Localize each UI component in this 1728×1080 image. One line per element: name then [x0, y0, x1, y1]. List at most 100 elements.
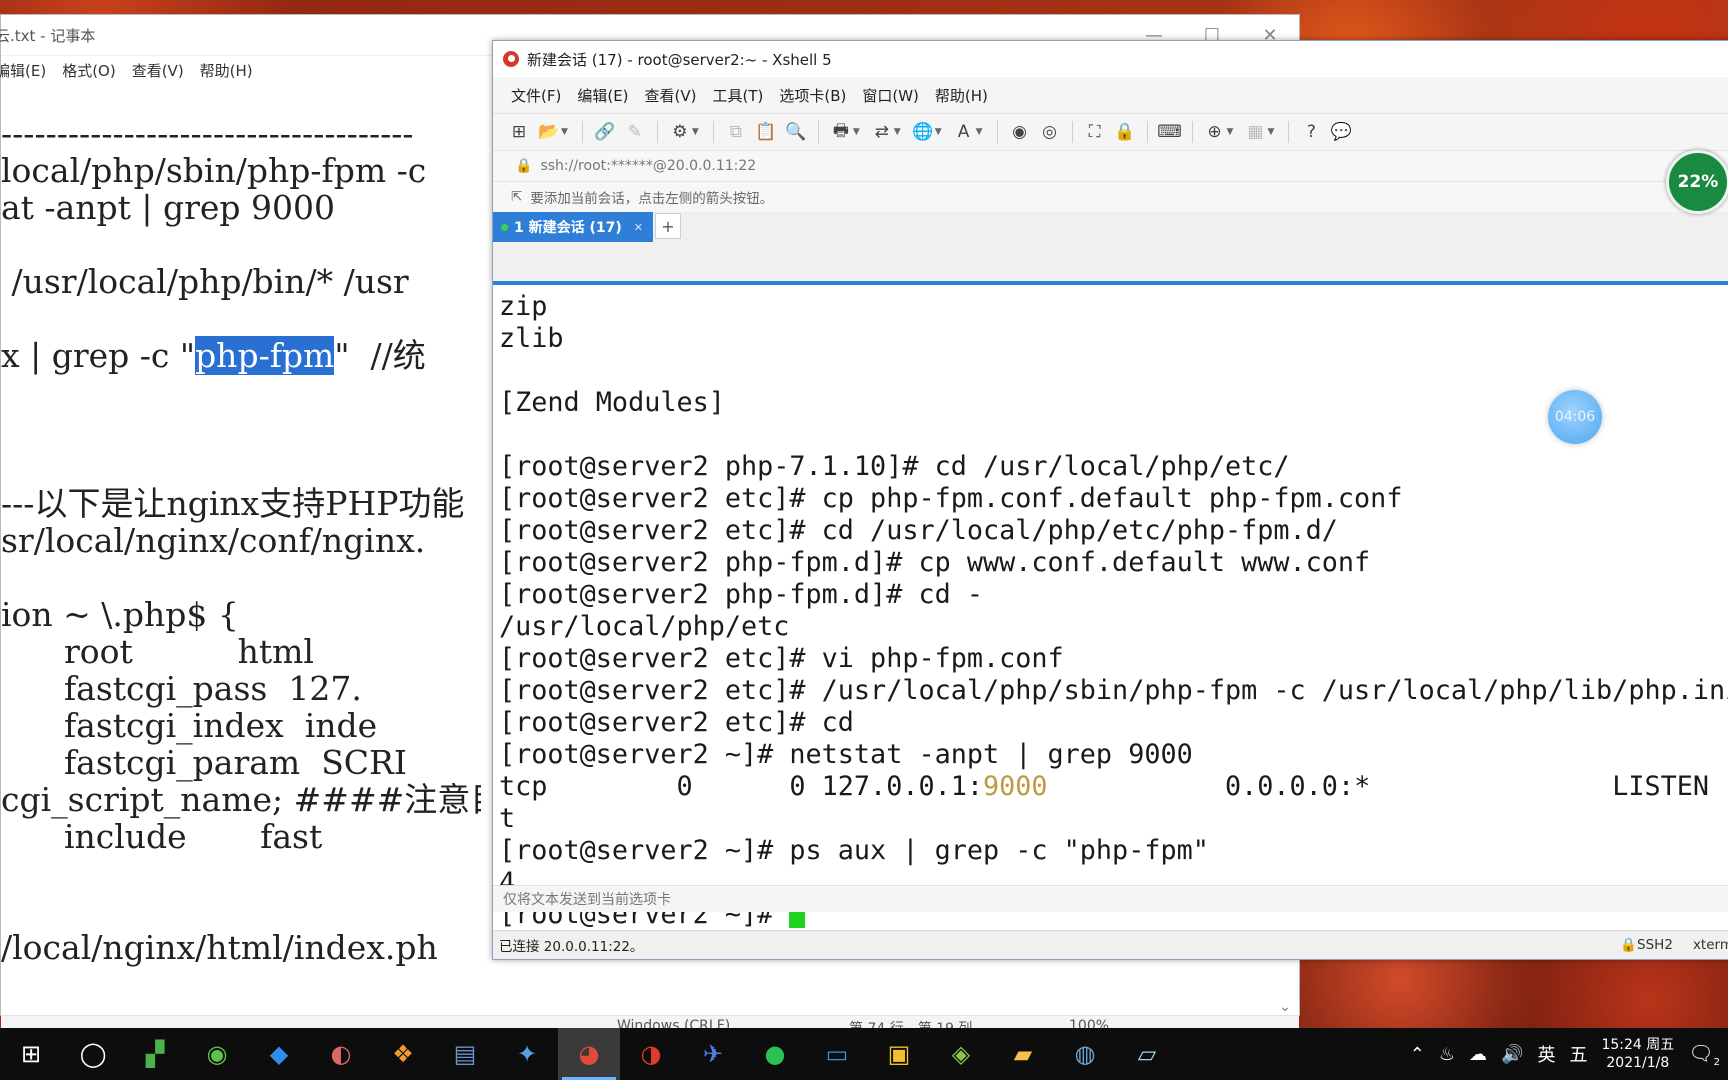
lock-icon[interactable]: 🔒: [1113, 120, 1137, 144]
tab-close-icon[interactable]: ✕: [634, 221, 643, 234]
search-icon[interactable]: ◯: [62, 1028, 124, 1080]
chevron-down-icon[interactable]: ▼: [976, 127, 983, 137]
session-tabbar: 1 新建会话 (17) ✕ +: [493, 212, 1728, 242]
paste-icon[interactable]: 📋: [754, 120, 778, 144]
properties-icon[interactable]: ⚙: [668, 120, 692, 144]
app-orange-icon[interactable]: ❖: [372, 1028, 434, 1080]
globe-icon[interactable]: 🌐: [911, 120, 935, 144]
xshell-titlebar[interactable]: 新建会话 (17) - root@server2:~ - Xshell 5: [493, 41, 1728, 77]
protocol-status: 🔒SSH2: [1620, 937, 1673, 953]
browser-icon[interactable]: ◉: [186, 1028, 248, 1080]
port-match: 9000: [983, 771, 1048, 802]
tcp-suffix: 0.0.0.0:* LISTEN: [1047, 771, 1710, 802]
tab-label: 1 新建会话 (17): [514, 220, 622, 236]
xshell-toolbar: ⊞ 📂 ▼ 🔗 ✎ ⚙ ▼ ⧉ 📋 🔍 🖶 ▼ ⇄ ▼ 🌐 ▼ A ▼ ◉ ◎ ⛶ 🔒 ⌨ …: [493, 113, 1728, 151]
menu-edit[interactable]: 编辑(E): [577, 85, 628, 106]
layout-icon[interactable]: ▦: [1243, 120, 1267, 144]
scroll-down-icon[interactable]: ⌄: [1279, 999, 1291, 1015]
text-line: /local/nginx/html/index.ph: [1, 928, 438, 967]
chevron-down-icon[interactable]: ▼: [894, 127, 901, 137]
toolbar-divider: [1191, 121, 1193, 143]
app-plane-icon[interactable]: ✈: [682, 1028, 744, 1080]
wechat-icon[interactable]: ●: [744, 1028, 806, 1080]
app-fish-icon[interactable]: ✦: [496, 1028, 558, 1080]
app-files-icon[interactable]: ▤: [434, 1028, 496, 1080]
add-session-arrow-icon[interactable]: ⇱: [511, 189, 522, 205]
ime-language[interactable]: 英: [1537, 1041, 1555, 1067]
menu-help[interactable]: 帮助(H): [200, 60, 253, 81]
notepad-text-area[interactable]: ------------------------------------- lo…: [1, 115, 481, 1035]
app-box-icon[interactable]: ▣: [868, 1028, 930, 1080]
menu-help[interactable]: 帮助(H): [935, 85, 988, 106]
app-tiles-icon[interactable]: ▞: [124, 1028, 186, 1080]
xshell-statusbar: 已连接 20.0.0.11:22。 🔒SSH2 xterm: [493, 930, 1728, 959]
print-icon[interactable]: 🖶: [829, 120, 853, 144]
xshell-title: 新建会话 (17) - root@server2:~ - Xshell 5: [527, 50, 832, 69]
app-tray-icon[interactable]: ♨: [1439, 1044, 1455, 1065]
transfer-icon[interactable]: ⇄: [870, 120, 894, 144]
menu-format[interactable]: 格式(O): [62, 60, 116, 81]
toolbar-divider: [656, 121, 658, 143]
recording-timer-badge[interactable]: 04:06: [1548, 390, 1602, 444]
add-tab-icon[interactable]: ⊕: [1203, 120, 1227, 144]
menu-file[interactable]: 文件(F): [511, 85, 561, 106]
new-session-icon[interactable]: ⊞: [507, 120, 531, 144]
app-blue-icon[interactable]: ◆: [248, 1028, 310, 1080]
comment-icon[interactable]: 💬: [1329, 120, 1353, 144]
fullscreen-icon[interactable]: ⛶: [1083, 120, 1107, 144]
menu-tools[interactable]: 工具(T): [713, 85, 764, 106]
notepad-taskbar-icon[interactable]: ▱: [1116, 1028, 1178, 1080]
keyboard-icon[interactable]: ⌨: [1157, 120, 1182, 144]
send-bar[interactable]: 仅将文本发送到当前选项卡: [493, 885, 1728, 912]
session-address: ssh://root:******@20.0.0.11:22: [540, 158, 757, 174]
chevron-down-icon[interactable]: ▼: [1227, 127, 1234, 137]
start-icon[interactable]: ⊞: [0, 1028, 62, 1080]
menu-tabs[interactable]: 选项卡(B): [779, 85, 846, 106]
chevron-up-icon[interactable]: ⌃: [1410, 1044, 1425, 1065]
app-photo-icon[interactable]: ◐: [310, 1028, 372, 1080]
app-green2-icon[interactable]: ◈: [930, 1028, 992, 1080]
menu-view[interactable]: 查看(V): [132, 60, 184, 81]
copy-icon[interactable]: ⧉: [724, 120, 748, 144]
text-line: sr/local/nginx/conf/nginx.: [1, 521, 426, 560]
menu-view[interactable]: 查看(V): [645, 85, 697, 106]
chevron-down-icon[interactable]: ▼: [561, 127, 568, 137]
performance-badge[interactable]: 22%: [1666, 150, 1728, 214]
monitor-icon[interactable]: ▭: [806, 1028, 868, 1080]
network-icon[interactable]: ☁: [1469, 1044, 1487, 1065]
xftp-icon[interactable]: ◉: [1008, 120, 1032, 144]
chevron-down-icon[interactable]: ▼: [853, 127, 860, 137]
help-icon[interactable]: ?: [1299, 120, 1323, 144]
open-folder-icon[interactable]: 📂: [537, 120, 561, 144]
ime-mode[interactable]: 五: [1569, 1041, 1587, 1067]
toolbar-divider: [581, 121, 583, 143]
disconnect-icon[interactable]: ✎: [623, 120, 647, 144]
volume-icon[interactable]: 🔊: [1501, 1044, 1523, 1065]
terminal-area[interactable]: zip zlib [Zend Modules] [root@server2 ph…: [493, 281, 1728, 943]
chevron-down-icon[interactable]: ▼: [1267, 127, 1274, 137]
chevron-down-icon[interactable]: ▼: [935, 127, 942, 137]
scripts-icon[interactable]: ◎: [1038, 120, 1062, 144]
session-hint-bar: ⇱ 要添加当前会话，点击左侧的箭头按钮。: [493, 182, 1728, 212]
clock[interactable]: 15:24 周五 2021/1/8: [1601, 1036, 1674, 1072]
xftp-taskbar-icon[interactable]: ◑: [620, 1028, 682, 1080]
terminal-line: [root@server2 php-fpm.d]# cd -: [499, 579, 983, 610]
find-icon[interactable]: 🔍: [784, 120, 808, 144]
connect-icon[interactable]: 🔗: [593, 120, 617, 144]
text-line-with-selection: x | grep -c "php-fpm" //统: [1, 336, 481, 375]
new-tab-button[interactable]: +: [655, 213, 681, 239]
text-line: root html: [1, 632, 314, 671]
chevron-down-icon[interactable]: ▼: [692, 127, 699, 137]
tab-session-17[interactable]: 1 新建会话 (17) ✕: [493, 212, 653, 242]
app-globe-icon[interactable]: ◍: [1054, 1028, 1116, 1080]
xshell-taskbar-icon[interactable]: ◕: [558, 1028, 620, 1080]
menu-edit[interactable]: 编辑(E): [0, 60, 46, 81]
terminal-line: t: [499, 803, 516, 834]
folder-icon[interactable]: ▰: [992, 1028, 1054, 1080]
notification-icon[interactable]: 🗨2: [1688, 1041, 1720, 1068]
menu-window[interactable]: 窗口(W): [862, 85, 919, 106]
address-bar[interactable]: 🔒 ssh://root:******@20.0.0.11:22: [493, 151, 1728, 182]
text-line: /usr/local/php/bin/* /usr: [1, 262, 409, 301]
font-icon[interactable]: A: [952, 120, 976, 144]
